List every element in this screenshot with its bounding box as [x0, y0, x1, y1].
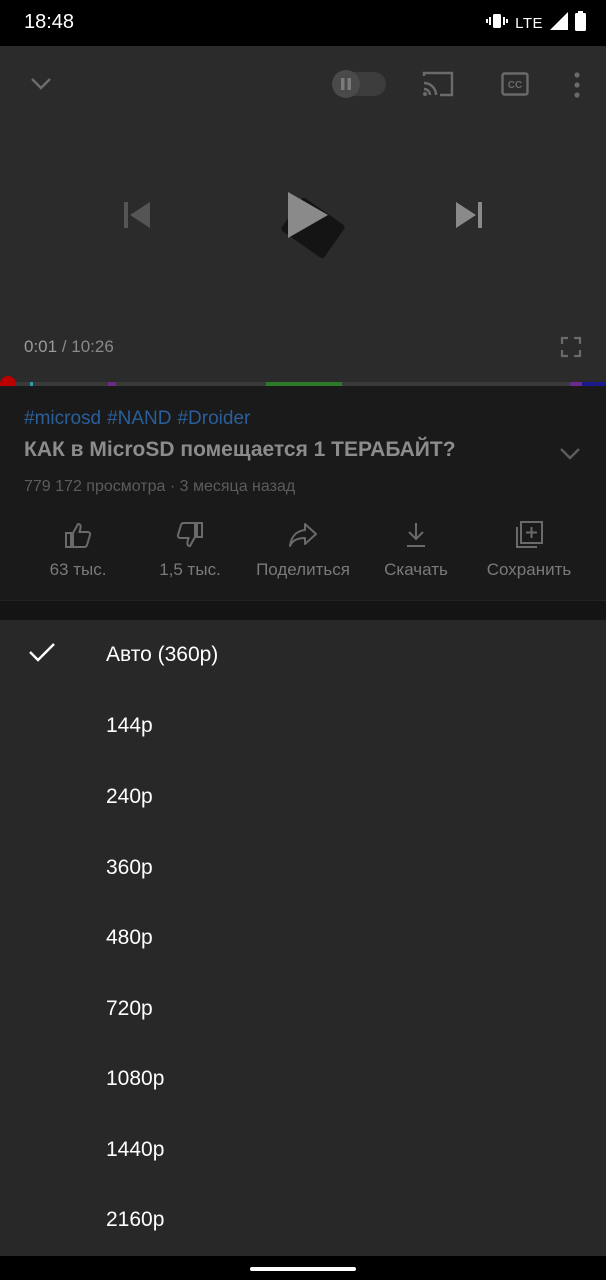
dislike-button[interactable]: 1,5 тыс.: [130, 518, 250, 580]
download-button[interactable]: Скачать: [356, 518, 476, 580]
download-label: Скачать: [384, 560, 448, 579]
quality-option-144p[interactable]: 144p: [0, 691, 606, 761]
duration: 10:26: [71, 337, 114, 356]
play-icon[interactable]: [286, 190, 330, 245]
quality-option-2160p[interactable]: 2160p: [0, 1185, 606, 1255]
quality-option-auto[interactable]: Авто (360p): [0, 620, 606, 690]
previous-icon[interactable]: [122, 200, 152, 235]
quality-label: 144p: [106, 714, 153, 737]
thumbs-down-icon: [130, 518, 250, 552]
quality-sheet: Авто (360p) 144p 240p 360p 480p 720p 108…: [0, 620, 606, 1256]
navigation-bar: [0, 1256, 606, 1280]
next-icon[interactable]: [454, 200, 484, 235]
quality-label: 480p: [106, 926, 153, 949]
hashtags: #microsd #NAND #Droider: [24, 408, 256, 430]
add-to-playlist-icon: [469, 518, 589, 552]
svg-text:CC: CC: [508, 80, 522, 91]
quality-label: 720p: [106, 997, 153, 1020]
quality-option-1440p[interactable]: 1440p: [0, 1115, 606, 1185]
like-button[interactable]: 63 тыс.: [18, 518, 138, 580]
divider: [0, 600, 606, 620]
pause-icon: [332, 70, 360, 98]
hashtag-link[interactable]: #NAND: [107, 408, 171, 429]
home-gesture-handle[interactable]: [250, 1267, 356, 1271]
video-title[interactable]: КАК в MicroSD помещается 1 ТЕРАБАЙТ?: [24, 438, 456, 462]
like-count: 63 тыс.: [49, 560, 107, 579]
status-time: 18:48: [24, 11, 75, 33]
video-info: #microsd #NAND #Droider КАК в MicroSD поме…: [0, 386, 606, 600]
share-icon: [243, 518, 363, 552]
time-display: 0:01 / 10:26: [24, 337, 114, 357]
download-icon: [356, 518, 476, 552]
quality-label: 2160p: [106, 1208, 165, 1231]
video-player[interactable]: CC 0:01 / 10:26: [0, 46, 606, 386]
current-time: 0:01: [24, 337, 58, 356]
network-type: LTE: [515, 14, 543, 32]
quality-option-1080p[interactable]: 1080p: [0, 1044, 606, 1114]
fullscreen-icon[interactable]: [560, 336, 582, 363]
captions-icon[interactable]: CC: [501, 72, 529, 101]
check-icon: [28, 640, 56, 669]
action-bar: 63 тыс. 1,5 тыс. Поделиться Скачать Сохр…: [0, 518, 606, 584]
save-button[interactable]: Сохранить: [469, 518, 589, 580]
thumbs-up-icon: [18, 518, 138, 552]
status-icons: LTE: [486, 10, 586, 36]
autoplay-toggle[interactable]: [332, 70, 386, 98]
video-meta: 779 172 просмотра · 3 месяца назад: [24, 478, 296, 495]
quality-label: Авто (360p): [106, 643, 219, 666]
expand-description-icon[interactable]: [558, 444, 582, 467]
quality-label: 240p: [106, 785, 153, 808]
quality-label: 1080p: [106, 1067, 165, 1090]
signal-icon: [550, 11, 568, 35]
quality-option-360p[interactable]: 360p: [0, 833, 606, 903]
quality-label: 1440p: [106, 1138, 165, 1161]
cast-icon[interactable]: [421, 70, 455, 103]
time-separator: /: [57, 337, 72, 356]
hashtag-link[interactable]: #microsd: [24, 408, 101, 429]
more-vert-icon[interactable]: [572, 72, 582, 103]
vibrate-icon: [486, 13, 509, 34]
share-button[interactable]: Поделиться: [243, 518, 363, 580]
quality-option-480p[interactable]: 480p: [0, 903, 606, 973]
save-label: Сохранить: [486, 560, 572, 579]
dislike-count: 1,5 тыс.: [159, 560, 221, 579]
quality-label: 360p: [106, 856, 153, 879]
hashtag-link[interactable]: #Droider: [177, 408, 250, 429]
collapse-chevron-icon[interactable]: [28, 72, 54, 99]
share-label: Поделиться: [256, 560, 350, 579]
battery-icon: [575, 10, 586, 36]
quality-option-720p[interactable]: 720p: [0, 974, 606, 1044]
status-bar: 18:48 LTE: [0, 0, 606, 46]
quality-option-240p[interactable]: 240p: [0, 762, 606, 832]
